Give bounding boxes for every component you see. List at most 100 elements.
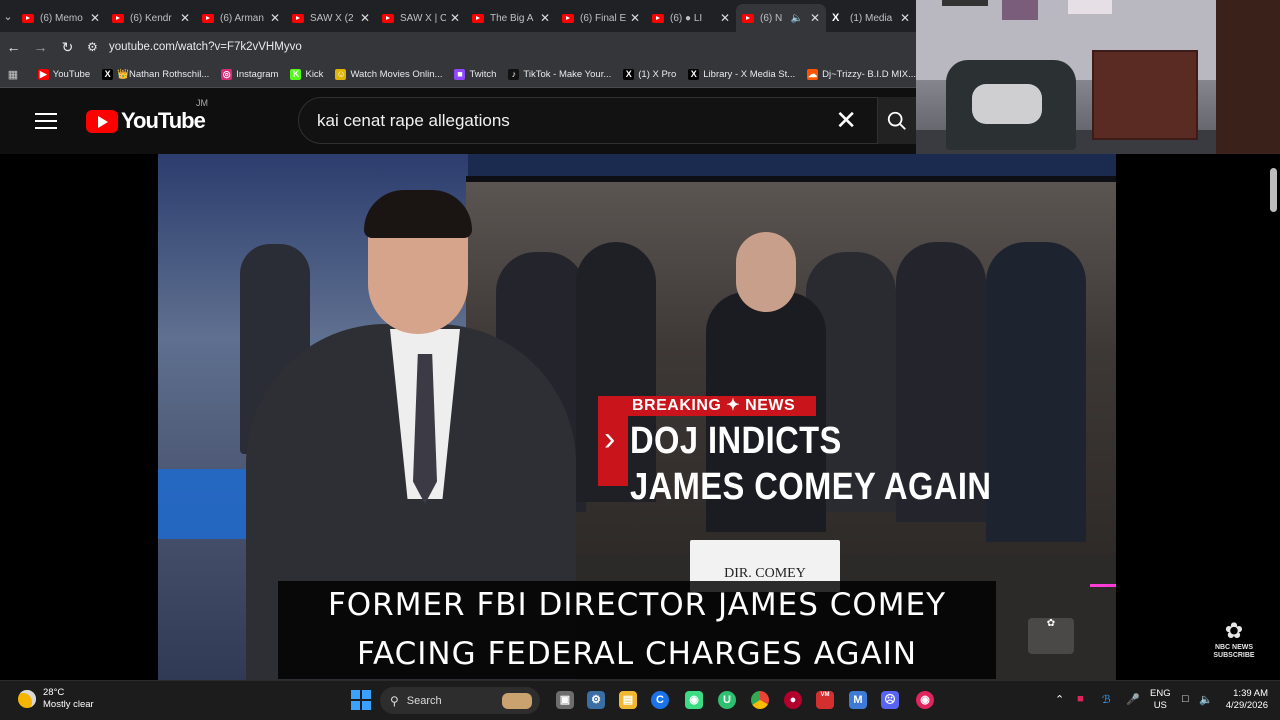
voicemeeter-icon[interactable]: VM <box>816 691 834 709</box>
bookmark-favicon-icon: K <box>290 69 302 80</box>
close-tab-icon[interactable]: ✕ <box>270 11 280 25</box>
search-button[interactable] <box>878 97 916 144</box>
chrome-icon[interactable] <box>751 691 769 709</box>
clear-search-icon[interactable]: ✕ <box>835 105 857 136</box>
caption-line-2: FACING FEDERAL CHARGES AGAIN <box>356 636 918 672</box>
close-tab-icon[interactable]: ✕ <box>360 11 370 25</box>
peacock-icon: ✿ <box>1224 618 1244 643</box>
tab-label: (6) Final E <box>580 12 626 24</box>
browser-tab[interactable]: SAW X | C ✕ <box>376 4 466 32</box>
tab-search-icon[interactable]: ⌄ <box>0 0 16 32</box>
bookmark-item[interactable]: ▶ YouTube <box>37 69 90 80</box>
bookmarks-bar: ▦ ▶ YouTube X 👑Nathan Rothschil... ◎ Instagra… <box>0 62 916 88</box>
close-tab-icon[interactable]: ✕ <box>720 11 730 25</box>
system-clock[interactable]: 1:39 AM 4/29/2026 <box>1222 688 1268 712</box>
discord-icon[interactable]: ☹ <box>881 691 899 709</box>
bookmark-favicon-icon: ☁ <box>807 69 819 80</box>
record-icon[interactable]: ◉ <box>916 691 934 709</box>
youtube-favicon-icon <box>382 13 394 23</box>
clock-time: 1:39 AM <box>1233 688 1268 699</box>
close-tab-icon[interactable]: ✕ <box>540 11 550 25</box>
language-code: ENG <box>1150 688 1171 699</box>
browser-tab[interactable]: The Big A ✕ <box>466 4 556 32</box>
close-tab-icon[interactable]: ✕ <box>90 11 100 25</box>
bookmark-item[interactable]: ◎ Instagram <box>221 69 278 80</box>
close-tab-icon[interactable]: ✕ <box>810 11 820 25</box>
bluetooth-icon[interactable]: ℬ <box>1102 693 1111 706</box>
search-highlight-image <box>502 692 532 709</box>
youtube-favicon-icon <box>292 13 304 23</box>
youtube-play-icon <box>86 109 118 133</box>
search-box[interactable]: kai cenat rape allegations ✕ <box>298 97 878 144</box>
x-logo-icon: X <box>832 12 840 24</box>
microphone-icon[interactable]: 🎤 <box>1126 693 1140 706</box>
bookmark-favicon-icon: X <box>688 69 700 80</box>
youtube-favicon-icon <box>112 13 124 23</box>
browser-tab[interactable]: (6) Memo ✕ <box>16 4 106 32</box>
network-icon[interactable]: □ <box>1182 693 1189 705</box>
bookmark-item[interactable]: ☁ Dj~Trizzy- B.I.D MIX... <box>807 69 916 80</box>
file-explorer-icon[interactable]: ▤ <box>619 691 637 709</box>
youtube-favicon-icon <box>652 13 664 23</box>
upwork-icon[interactable]: U <box>718 691 736 709</box>
tab-label: (6) Arman <box>220 12 264 24</box>
browser-tab[interactable]: (6) Kendr ✕ <box>106 4 196 32</box>
weather-widget[interactable]: 28°C Mostly clear <box>18 687 94 711</box>
close-tab-icon[interactable]: ✕ <box>900 11 910 25</box>
youtube-favicon-icon <box>562 13 574 23</box>
tab-label: (6) Kendr <box>130 12 172 24</box>
search-input[interactable]: kai cenat rape allegations <box>317 111 835 131</box>
language-indicator[interactable]: ENG US <box>1150 688 1171 712</box>
nbc-bug-icon: ✿ <box>1028 618 1074 654</box>
bookmark-item[interactable]: K Kick <box>290 69 323 80</box>
breaking-news-banner: BREAKING ✦ NEWS <box>598 396 816 416</box>
bookmark-label: Library - X Media St... <box>703 69 796 80</box>
bookmark-label: Instagram <box>236 69 279 80</box>
start-button[interactable] <box>351 690 371 710</box>
country-code: JM <box>196 98 208 108</box>
close-tab-icon[interactable]: ✕ <box>450 11 460 25</box>
bookmark-item[interactable]: X Library - X Media St... <box>688 69 795 80</box>
close-tab-icon[interactable]: ✕ <box>180 11 190 25</box>
app-icon[interactable]: ● <box>784 691 802 709</box>
apps-grid-icon[interactable]: ▦ <box>0 68 26 81</box>
youtube-favicon-icon <box>22 13 34 23</box>
back-icon[interactable]: ← <box>0 39 27 55</box>
capcut-icon[interactable]: C <box>651 691 669 709</box>
headline-line-2: JAMES COMEY AGAIN <box>630 466 992 508</box>
clock-date: 4/29/2026 <box>1225 700 1268 711</box>
android-icon[interactable]: ◉ <box>685 691 703 709</box>
show-hidden-icons[interactable]: ⌃ <box>1055 693 1064 706</box>
bookmark-favicon-icon: ◎ <box>221 69 233 80</box>
taskbar-search[interactable]: ⚲ Search <box>380 687 540 714</box>
url-field[interactable]: youtube.com/watch?v=F7k2vVHMyvo <box>109 41 302 53</box>
site-info-icon[interactable]: ⚙ <box>87 40 101 54</box>
volume-icon[interactable]: 🔈 <box>1199 693 1213 706</box>
browser-tab[interactable]: (6) N 🔈 ✕ <box>736 4 826 32</box>
youtube-favicon-icon <box>472 13 484 23</box>
bookmark-item[interactable]: X 👑Nathan Rothschil... <box>102 69 209 80</box>
forward-icon[interactable]: → <box>27 39 54 55</box>
youtube-logo[interactable]: YouTube JM <box>86 98 208 134</box>
app-m-icon[interactable]: M <box>849 691 867 709</box>
browser-tab[interactable]: (6) Arman ✕ <box>196 4 286 32</box>
windows-taskbar: 28°C Mostly clear ⚲ Search ▣ ⚙ ▤ C ◉ U ●… <box>0 680 1280 720</box>
bookmark-item[interactable]: ■ Twitch <box>454 69 496 80</box>
tray-app-icon[interactable]: ■ <box>1077 693 1084 705</box>
bookmark-item[interactable]: ☺ Watch Movies Onlin... <box>335 69 442 80</box>
browser-tab[interactable]: (6) Final E ✕ <box>556 4 646 32</box>
reload-icon[interactable]: ↻ <box>54 39 81 56</box>
close-tab-icon[interactable]: ✕ <box>630 11 640 25</box>
settings-icon[interactable]: ⚙ <box>587 691 605 709</box>
menu-icon[interactable] <box>35 108 57 134</box>
browser-tab[interactable]: SAW X (2 ✕ <box>286 4 376 32</box>
tab-label: SAW X (2 <box>310 12 354 24</box>
browser-tab[interactable]: X (1) Media ✕ <box>826 4 916 32</box>
bookmark-item[interactable]: ♪ TikTok - Make Your... <box>508 69 611 80</box>
page-scrollbar[interactable] <box>1270 168 1277 212</box>
task-view-icon[interactable]: ▣ <box>556 691 574 709</box>
caption-line-1: FORMER FBI DIRECTOR JAMES COMEY <box>327 587 947 623</box>
browser-tab[interactable]: (6) ● LI ✕ <box>646 4 736 32</box>
nbc-subscribe-watermark[interactable]: ✿ NBC NEWS SUBSCRIBE <box>1208 618 1260 664</box>
bookmark-item[interactable]: X (1) X Pro <box>623 69 676 80</box>
